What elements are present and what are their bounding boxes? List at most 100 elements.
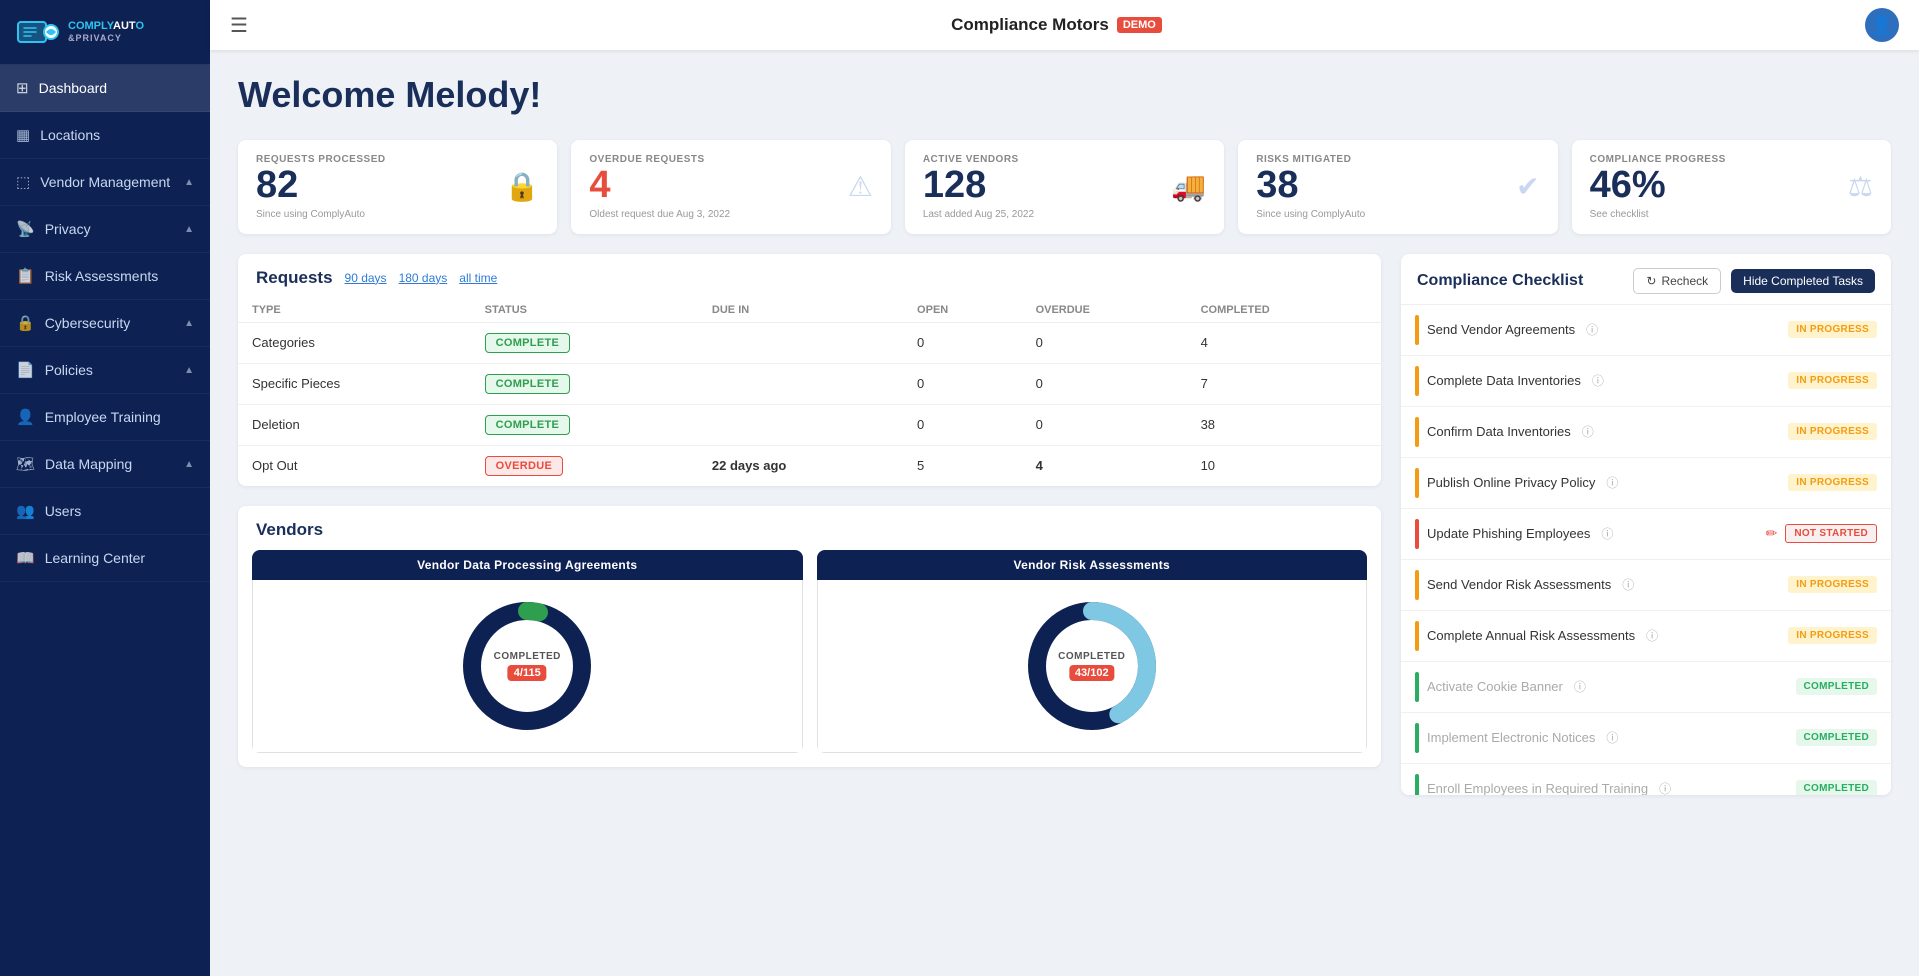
logo-text: COMPLYAUTO (68, 20, 144, 33)
cell-status: COMPLETE (471, 322, 698, 363)
stat-sub-active-vendors: Last added Aug 25, 2022 (923, 209, 1034, 220)
nav-icon-risk-assessments: 📋 (16, 267, 35, 285)
sidebar-item-policies[interactable]: 📄 Policies ▲ (0, 347, 210, 394)
priority-bar-send-vendor-risk-assessments (1415, 570, 1419, 600)
sidebar-item-privacy[interactable]: 📡 Privacy ▲ (0, 206, 210, 253)
stat-value-active-vendors: 128 (923, 165, 1034, 207)
sidebar-item-dashboard[interactable]: ⊞ Dashboard (0, 65, 210, 112)
welcome-title: Welcome Melody! (238, 74, 1891, 116)
topbar-company: Compliance Motors DEMO (951, 15, 1162, 35)
stat-card-risks-mitigated: RISKS MITIGATED 38 Since using ComplyAut… (1238, 140, 1557, 234)
cell-due-in (698, 404, 903, 445)
status-badge-activate-cookie-banner: COMPLETED (1796, 678, 1877, 695)
sidebar-item-cybersecurity[interactable]: 🔒 Cybersecurity ▲ (0, 300, 210, 347)
sidebar-item-learning-center[interactable]: 📖 Learning Center (0, 535, 210, 582)
cell-completed: 10 (1187, 445, 1381, 486)
item-name-confirm-data-inventories: Confirm Data Inventories (1427, 424, 1571, 439)
checklist-item-complete-data-inventories: Complete Data Inventories ⓘ IN PROGRESS (1401, 356, 1891, 407)
left-column: Requests 90 days 180 days all time TypeS… (238, 254, 1381, 795)
nav-label-dashboard: Dashboard (39, 80, 108, 96)
checklist-section: Compliance Checklist ↻ Recheck Hide Comp… (1401, 254, 1891, 795)
stats-row: REQUESTS PROCESSED 82 Since using Comply… (238, 140, 1891, 234)
stat-icon-overdue-requests: ⚠ (848, 170, 873, 203)
chart-body-risk: COMPLETED 43/102 (817, 580, 1368, 753)
status-badge-implement-electronic-notices: COMPLETED (1796, 729, 1877, 746)
edit-icon-update-phishing-employees[interactable]: ✏ (1766, 525, 1778, 542)
item-status-right-update-phishing-employees: ✏ NOT STARTED (1766, 524, 1877, 543)
stat-sub-requests-processed: Since using ComplyAuto (256, 209, 386, 220)
table-row: Opt Out OVERDUE 22 days ago 5 4 10 (238, 445, 1381, 486)
checklist-items: Send Vendor Agreements ⓘ IN PROGRESS Com… (1401, 305, 1891, 795)
nav-item-left-policies: 📄 Policies (16, 361, 93, 379)
help-icon-confirm-data-inventories[interactable]: ⓘ (1582, 423, 1594, 440)
item-status-right-confirm-data-inventories: IN PROGRESS (1788, 423, 1877, 440)
help-icon-enroll-employees-required-training[interactable]: ⓘ (1659, 780, 1671, 795)
checklist-item-enroll-employees-required-training: Enroll Employees in Required Training ⓘ … (1401, 764, 1891, 795)
stat-card-left-compliance-progress: COMPLIANCE PROGRESS 46% See checklist (1590, 154, 1726, 220)
help-icon-activate-cookie-banner[interactable]: ⓘ (1574, 678, 1586, 695)
sidebar-item-vendor-management[interactable]: ⬚ Vendor Management ▲ (0, 159, 210, 206)
help-icon-update-phishing-employees[interactable]: ⓘ (1601, 525, 1613, 542)
item-status-right-publish-online-privacy-policy: IN PROGRESS (1788, 474, 1877, 491)
requests-link-90[interactable]: 90 days (345, 271, 387, 285)
sidebar-item-data-mapping[interactable]: 🗺 Data Mapping ▲ (0, 441, 210, 488)
nav-expand-privacy: ▲ (184, 224, 194, 235)
status-badge: COMPLETE (485, 333, 571, 353)
stat-icon-active-vendors: 🚚 (1171, 170, 1206, 203)
user-avatar[interactable]: 👤 (1865, 8, 1899, 42)
cell-due-in (698, 363, 903, 404)
cell-overdue: 0 (1022, 322, 1187, 363)
priority-bar-update-phishing-employees (1415, 519, 1419, 549)
logo-icon (16, 14, 60, 50)
stat-card-left-overdue-requests: OVERDUE REQUESTS 4 Oldest request due Au… (589, 154, 730, 220)
vendor-chart-dpa: Vendor Data Processing Agreements COMPLE… (252, 550, 803, 753)
stat-value-overdue-requests: 4 (589, 165, 730, 207)
recheck-button[interactable]: ↻ Recheck (1633, 268, 1721, 294)
status-badge-send-vendor-risk-assessments: IN PROGRESS (1788, 576, 1877, 593)
sidebar-item-employee-training[interactable]: 👤 Employee Training (0, 394, 210, 441)
cell-open: 0 (903, 363, 1022, 404)
priority-bar-implement-electronic-notices (1415, 723, 1419, 753)
sidebar-item-users[interactable]: 👥 Users (0, 488, 210, 535)
nav-item-left-risk-assessments: 📋 Risk Assessments (16, 267, 158, 285)
nav-label-users: Users (45, 503, 82, 519)
status-badge: COMPLETE (485, 415, 571, 435)
donut-title-risk: COMPLETED (1058, 651, 1125, 662)
item-name-update-phishing-employees: Update Phishing Employees (1427, 526, 1590, 541)
nav-icon-privacy: 📡 (16, 220, 35, 238)
requests-section: Requests 90 days 180 days all time TypeS… (238, 254, 1381, 486)
stat-value-requests-processed: 82 (256, 165, 386, 207)
checklist-item-publish-online-privacy-policy: Publish Online Privacy Policy ⓘ IN PROGR… (1401, 458, 1891, 509)
logo-subtext: &PRIVACY (68, 33, 144, 44)
sidebar-item-locations[interactable]: ▦ Locations (0, 112, 210, 159)
main-content: Welcome Melody! REQUESTS PROCESSED 82 Si… (210, 50, 1919, 976)
help-icon-implement-electronic-notices[interactable]: ⓘ (1606, 729, 1618, 746)
sidebar: COMPLYAUTO &PRIVACY ⊞ Dashboard ▦ Locati… (0, 0, 210, 976)
requests-link-all[interactable]: all time (459, 271, 497, 285)
status-badge: OVERDUE (485, 456, 564, 476)
priority-bar-confirm-data-inventories (1415, 417, 1419, 447)
item-status-right-complete-annual-risk-assessments: IN PROGRESS (1788, 627, 1877, 644)
company-name: Compliance Motors (951, 15, 1109, 35)
stat-card-active-vendors: ACTIVE VENDORS 128 Last added Aug 25, 20… (905, 140, 1224, 234)
donut-label-risk: COMPLETED 43/102 (1058, 651, 1125, 681)
sidebar-item-risk-assessments[interactable]: 📋 Risk Assessments (0, 253, 210, 300)
nav-item-left-privacy: 📡 Privacy (16, 220, 91, 238)
help-icon-publish-online-privacy-policy[interactable]: ⓘ (1606, 474, 1618, 491)
help-icon-send-vendor-risk-assessments[interactable]: ⓘ (1622, 576, 1634, 593)
help-icon-complete-data-inventories[interactable]: ⓘ (1592, 372, 1604, 389)
hide-completed-button[interactable]: Hide Completed Tasks (1731, 269, 1875, 293)
checklist-item-left-activate-cookie-banner: Activate Cookie Banner ⓘ (1415, 672, 1586, 702)
nav-item-left-data-mapping: 🗺 Data Mapping (16, 455, 132, 473)
item-name-send-vendor-agreements: Send Vendor Agreements (1427, 322, 1575, 337)
item-status-right-enroll-employees-required-training: COMPLETED (1796, 780, 1877, 795)
help-icon-send-vendor-agreements[interactable]: ⓘ (1586, 321, 1598, 338)
vendors-charts: Vendor Data Processing Agreements COMPLE… (238, 550, 1381, 767)
cell-open: 5 (903, 445, 1022, 486)
sidebar-toggle[interactable]: ☰ (230, 13, 248, 38)
nav-icon-vendor-management: ⬚ (16, 173, 30, 191)
requests-link-180[interactable]: 180 days (399, 271, 448, 285)
status-badge-update-phishing-employees: NOT STARTED (1785, 524, 1877, 543)
nav-icon-data-mapping: 🗺 (16, 455, 35, 473)
help-icon-complete-annual-risk-assessments[interactable]: ⓘ (1646, 627, 1658, 644)
